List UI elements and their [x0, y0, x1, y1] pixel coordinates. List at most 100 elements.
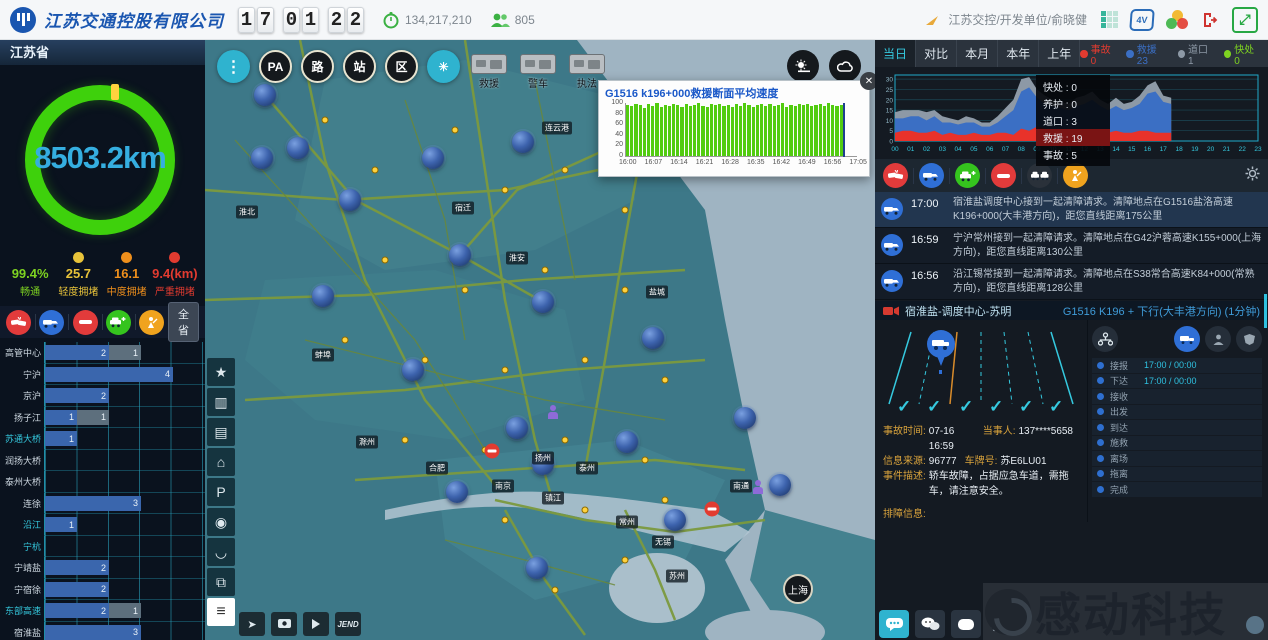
- popup-close-button[interactable]: ✕: [860, 72, 875, 90]
- vehicle-cluster-marker[interactable]: [512, 131, 534, 153]
- message-bubble-button[interactable]: [951, 610, 981, 638]
- section-bar-row[interactable]: 连徐3: [0, 493, 205, 515]
- map-cloud-button[interactable]: [829, 50, 861, 82]
- map-bottom-play-button[interactable]: [303, 612, 329, 636]
- section-bar-row[interactable]: 宿淮盐3: [0, 622, 205, 640]
- vehicle-chat-button[interactable]: [987, 610, 1017, 638]
- map-toggle-rescue-truck[interactable]: 救援: [469, 50, 509, 90]
- vehicle-cluster-marker[interactable]: [402, 359, 424, 381]
- section-bar-row[interactable]: 泰州大桥: [0, 471, 205, 493]
- tab-对比[interactable]: 对比: [916, 40, 957, 67]
- section-bar-row[interactable]: 沿江1: [0, 514, 205, 536]
- timeline-step[interactable]: 出发: [1092, 405, 1262, 420]
- map-side-tool-3[interactable]: ⌂: [207, 448, 235, 476]
- shanghai-map-button[interactable]: 上海: [783, 574, 813, 604]
- timeline-step[interactable]: 下达17:00 / 00:00: [1092, 374, 1262, 389]
- rescue-unit-icon[interactable]: [1174, 326, 1200, 352]
- map-side-tool-1[interactable]: ▥: [207, 388, 235, 416]
- vehicle-cluster-marker[interactable]: [287, 137, 309, 159]
- closure-marker[interactable]: [485, 444, 500, 459]
- filter-construction-button[interactable]: [139, 310, 164, 335]
- event-row[interactable]: 17:00宿淮盐调度中心接到一起清障请求。清障地点在G1516盐洛高速K196+…: [875, 192, 1268, 228]
- settings-gear-button[interactable]: [1245, 166, 1260, 185]
- map-tool-road-flag[interactable]: 路: [301, 50, 334, 83]
- vehicle-cluster-marker[interactable]: [734, 407, 756, 429]
- province-map[interactable]: 淮北宿迁连云港淮安盐城蚌埠滁州合肥南京扬州泰州南通镇江常州无锡苏州 ⋮PA路站区…: [205, 40, 875, 640]
- event-row[interactable]: 16:59宁沪常州接到一起清障请求。清障地点在G42沪蓉高速K155+000(上…: [875, 228, 1268, 264]
- vehicle-cluster-marker[interactable]: [339, 189, 361, 211]
- section-bar-row[interactable]: 高管中心21: [0, 342, 205, 364]
- map-tool-traffic-wheel[interactable]: ✳: [427, 50, 460, 83]
- section-bar-row[interactable]: 东部高速21: [0, 600, 205, 622]
- 4v-badge-button[interactable]: 4V: [1130, 9, 1154, 31]
- closure-marker[interactable]: [705, 502, 720, 517]
- section-bar-row[interactable]: 润扬大桥: [0, 450, 205, 472]
- event-row[interactable]: 16:56沿江锡常接到一起清障请求。清障地点在S38常合高速K84+000(常熟…: [875, 264, 1268, 300]
- tab-本年[interactable]: 本年: [998, 40, 1039, 67]
- section-bar-row[interactable]: 宁杭: [0, 536, 205, 558]
- filter-construction-button[interactable]: [1063, 163, 1088, 188]
- fullscreen-button[interactable]: ⤢: [1232, 7, 1258, 33]
- map-side-tool-4[interactable]: P: [207, 478, 235, 506]
- filter-accident-button[interactable]: [6, 310, 31, 335]
- vehicle-cluster-marker[interactable]: [449, 244, 471, 266]
- section-bar-row[interactable]: 扬子江11: [0, 407, 205, 429]
- vehicle-cluster-marker[interactable]: [532, 291, 554, 313]
- map-bottom-send-button[interactable]: ➤: [239, 612, 265, 636]
- tab-本月[interactable]: 本月: [957, 40, 998, 67]
- all-province-button[interactable]: 全省: [168, 302, 199, 342]
- user-breadcrumb[interactable]: 江苏交控/开发单位/俞晓健: [924, 11, 1087, 28]
- filter-quick-clear-button[interactable]: [955, 163, 980, 188]
- vehicle-cluster-marker[interactable]: [506, 417, 528, 439]
- section-bar-row[interactable]: 宁沪4: [0, 364, 205, 386]
- wechat-button[interactable]: [915, 610, 945, 638]
- vehicle-cluster-marker[interactable]: [446, 481, 468, 503]
- vehicle-cluster-marker[interactable]: [526, 557, 548, 579]
- map-menu-button[interactable]: ≡: [207, 598, 235, 626]
- map-side-tool-5[interactable]: ◉: [207, 508, 235, 536]
- theme-palette-button[interactable]: [1166, 10, 1188, 30]
- logout-button[interactable]: [1200, 10, 1220, 30]
- filter-accident-button[interactable]: [883, 163, 908, 188]
- vehicle-cluster-marker[interactable]: [251, 147, 273, 169]
- section-bar-row[interactable]: 宁宿徐2: [0, 579, 205, 601]
- chat-active-button[interactable]: [879, 610, 909, 638]
- maintenance-unit-icon[interactable]: [1205, 326, 1231, 352]
- vehicle-cluster-marker[interactable]: [769, 474, 791, 496]
- map-side-tool-6[interactable]: ◡: [207, 538, 235, 566]
- vehicle-cluster-marker[interactable]: [616, 431, 638, 453]
- filter-quick-clear-button[interactable]: [106, 310, 131, 335]
- org-chart-icon[interactable]: [1092, 326, 1118, 352]
- timeline-step[interactable]: 接报17:00 / 00:00: [1092, 358, 1262, 373]
- vehicle-cluster-marker[interactable]: [642, 327, 664, 349]
- filter-rescue-button[interactable]: [919, 163, 944, 188]
- timeline-step[interactable]: 离场: [1092, 451, 1262, 466]
- section-bar-row[interactable]: 苏通大桥1: [0, 428, 205, 450]
- timeline-step[interactable]: 接收: [1092, 389, 1262, 404]
- map-side-tool-7[interactable]: ⧉: [207, 568, 235, 596]
- apps-grid-button[interactable]: [1101, 11, 1118, 28]
- filter-congestion-button[interactable]: [1027, 163, 1052, 188]
- tab-当日[interactable]: 当日: [875, 40, 916, 67]
- timeline-step[interactable]: 拖离: [1092, 467, 1262, 482]
- map-tool-layers-menu[interactable]: ⋮: [217, 50, 250, 83]
- timeline-step[interactable]: 施救: [1092, 436, 1262, 451]
- map-tool-station-flag[interactable]: 站: [343, 50, 376, 83]
- filter-closure-button[interactable]: [991, 163, 1016, 188]
- map-bottom-jend-button[interactable]: JEND: [335, 612, 361, 636]
- filter-rescue-button[interactable]: [39, 310, 64, 335]
- map-tool-service-area[interactable]: PA: [259, 50, 292, 83]
- timeline-step[interactable]: 到达: [1092, 420, 1262, 435]
- timeline-step[interactable]: 完成: [1092, 482, 1262, 497]
- section-bar-row[interactable]: 宁靖盐2: [0, 557, 205, 579]
- map-tool-district-flag[interactable]: 区: [385, 50, 418, 83]
- filter-closure-button[interactable]: [73, 310, 98, 335]
- map-side-tool-2[interactable]: ▤: [207, 418, 235, 446]
- corner-widget-icon[interactable]: [1246, 616, 1264, 634]
- vehicle-cluster-marker[interactable]: [422, 147, 444, 169]
- section-bar-row[interactable]: 京沪2: [0, 385, 205, 407]
- map-side-tool-0[interactable]: ★: [207, 358, 235, 386]
- tab-上年[interactable]: 上年: [1039, 40, 1080, 67]
- person-marker[interactable]: [548, 405, 558, 419]
- map-bottom-camera-button[interactable]: [271, 612, 297, 636]
